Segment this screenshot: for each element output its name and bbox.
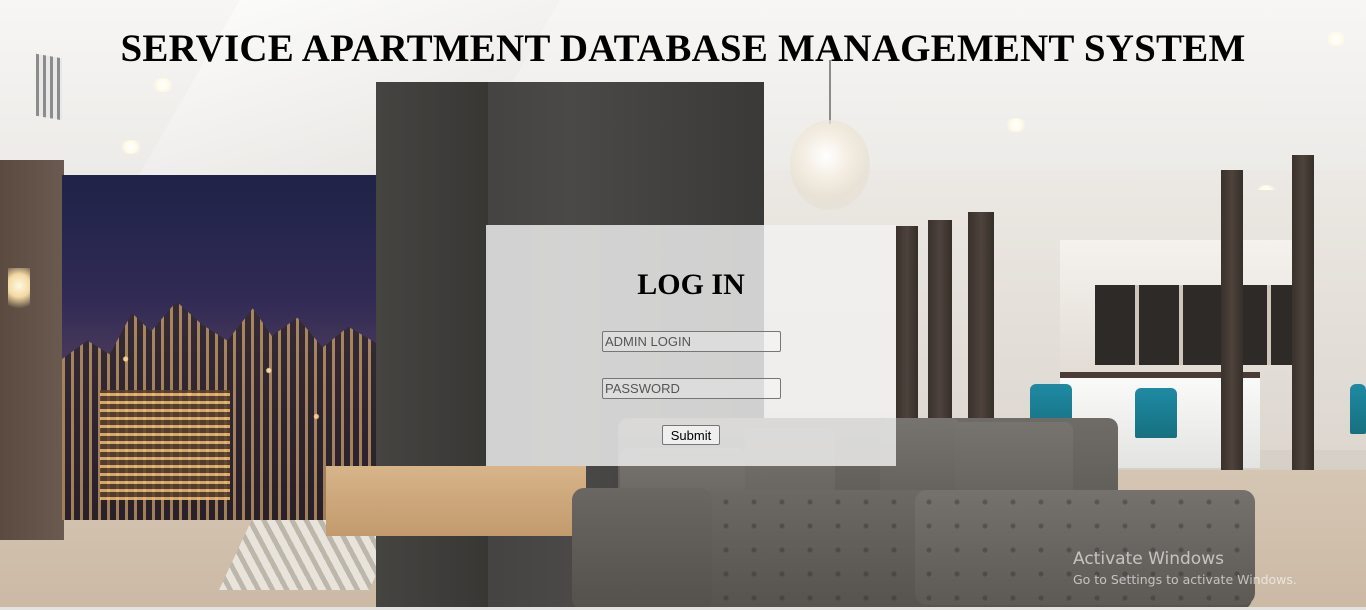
login-title: LOG IN [637,268,745,301]
support-post [1221,170,1243,520]
admin-login-input[interactable] [602,331,781,352]
activate-windows-watermark: Activate Windows Go to Settings to activ… [1073,548,1353,589]
teal-chair [1350,384,1366,434]
password-input[interactable] [602,378,781,399]
wooden-shelf [326,466,586,536]
teal-chair [1135,388,1177,438]
sofa-arm [572,488,712,610]
kitchen-shelves [1095,285,1295,365]
page-header: SERVICE APARTMENT DATABASE MANAGEMENT SY… [0,26,1366,71]
support-post [928,220,952,420]
pendant-lamp [790,120,870,210]
watermark-title: Activate Windows [1073,549,1224,569]
login-panel: LOG IN Submit [486,225,896,466]
wall-lamp [8,268,30,312]
city-building [100,390,230,500]
submit-button[interactable]: Submit [662,425,720,445]
ceiling-light [1005,118,1027,132]
ceiling-light [120,140,142,154]
support-post [968,212,994,424]
ceiling-light [152,78,174,92]
left-wall [0,160,64,540]
page-title: SERVICE APARTMENT DATABASE MANAGEMENT SY… [120,27,1246,70]
watermark-subtitle: Go to Settings to activate Windows. [1073,572,1297,587]
support-post [896,226,918,426]
